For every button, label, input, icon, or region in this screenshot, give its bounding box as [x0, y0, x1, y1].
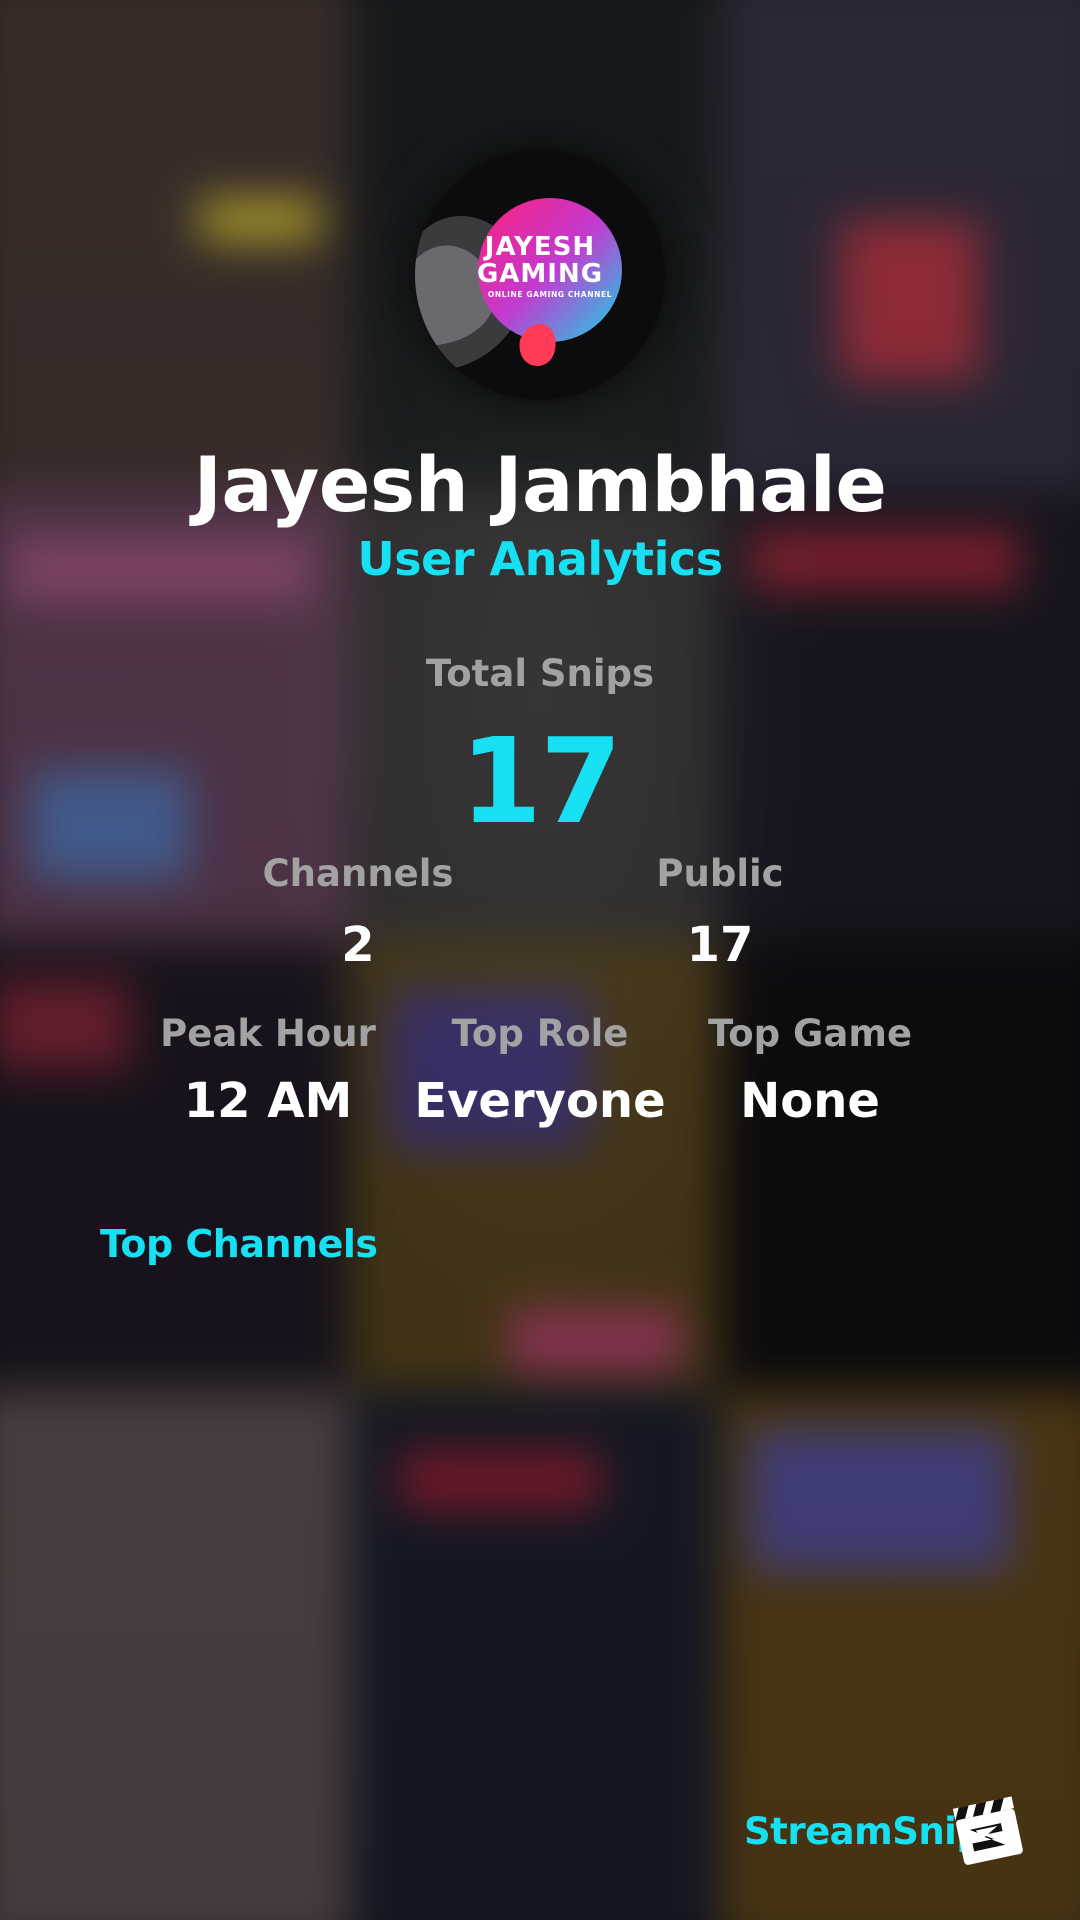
- stat-top-role: Top Role Everyone: [400, 1012, 680, 1129]
- page-subtitle: User Analytics: [357, 532, 723, 586]
- avatar: JAYESH GAMING ONLINE GAMING CHANNEL: [415, 150, 665, 400]
- stat-top-game: Top Game None: [670, 1012, 950, 1129]
- user-name: Jayesh Jambhale: [193, 440, 887, 529]
- stat-channels: Channels 2: [208, 852, 508, 973]
- top-channels-heading: Top Channels: [100, 1222, 378, 1266]
- stat-peak-hour-label: Peak Hour: [160, 1012, 376, 1055]
- total-snips-label: Total Snips: [425, 652, 655, 695]
- stat-channels-label: Channels: [262, 852, 454, 895]
- stat-top-role-value: Everyone: [414, 1073, 666, 1129]
- stat-peak-hour-value: 12 AM: [183, 1073, 353, 1129]
- logo-title-line1: JAYESH: [484, 232, 596, 262]
- share-card: JAYESH GAMING ONLINE GAMING CHANNEL Jaye…: [0, 0, 1080, 1920]
- stat-public-value: 17: [686, 917, 754, 973]
- clapperboard-logo-icon: [952, 1796, 1023, 1865]
- stat-peak-hour: Peak Hour 12 AM: [128, 1012, 408, 1129]
- stat-public: Public 17: [570, 852, 870, 973]
- logo-title: JAYESH GAMING: [415, 234, 665, 288]
- stat-top-game-value: None: [740, 1073, 880, 1129]
- total-snips-value: 17: [459, 712, 622, 850]
- brand-name: StreamSnip: [744, 1810, 983, 1853]
- logo-subtitle: ONLINE GAMING CHANNEL: [487, 290, 613, 299]
- stat-channels-value: 2: [341, 917, 375, 973]
- logo-title-line2: GAMING: [476, 259, 604, 289]
- stat-top-game-label: Top Game: [707, 1012, 913, 1055]
- stat-public-label: Public: [656, 852, 784, 895]
- stat-top-role-label: Top Role: [451, 1012, 629, 1055]
